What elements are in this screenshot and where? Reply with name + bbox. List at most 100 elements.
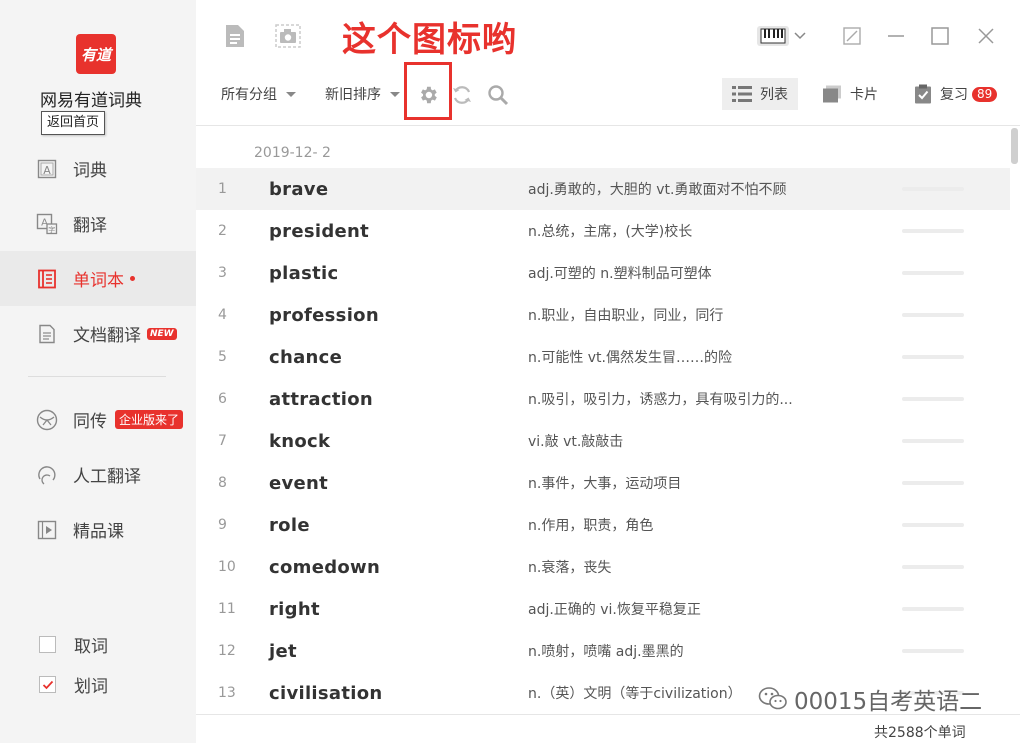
shrink-icon <box>843 27 861 45</box>
row-word: attraction <box>269 388 374 410</box>
row-number: 13 <box>218 685 236 701</box>
sidebar-item-human-translate[interactable]: 人工翻译 <box>0 447 196 502</box>
row-word: right <box>269 598 320 620</box>
table-row[interactable]: 11 right adj.正确的 vi.恢复平稳复正 <box>196 588 1010 630</box>
skin-button[interactable] <box>755 24 791 48</box>
row-definition: n.作用，职责，角色 <box>528 518 654 534</box>
table-row[interactable]: 6 attraction n.吸引，吸引力，诱惑力，具有吸引力的... <box>196 378 1010 420</box>
row-number: 10 <box>218 559 236 575</box>
review-count-badge: 89 <box>972 86 998 102</box>
row-word: event <box>269 472 329 494</box>
row-definition: vi.敲 vt.敲敲击 <box>528 434 624 450</box>
table-row[interactable]: 9 role n.作用，职责，角色 <box>196 504 1010 546</box>
table-row[interactable]: 5 chance n.可能性 vt.偶然发生冒……的险 <box>196 336 1010 378</box>
list-view-button[interactable]: 列表 <box>722 78 798 110</box>
table-row[interactable]: 2 president n.总统，主席，(大学)校长 <box>196 210 1010 252</box>
group-filter-label: 所有分组 <box>221 87 277 103</box>
row-word: profession <box>269 304 379 326</box>
sidebar-item-dictionary[interactable]: A 词典 <box>0 141 196 196</box>
sort-label: 新旧排序 <box>325 87 381 103</box>
review-button[interactable]: 复习 89 <box>904 78 1007 110</box>
sidebar: 有道 网易有道词典 返回首页 A 词典 A字 翻译 单词本 文档翻译 NEW 同… <box>0 0 196 743</box>
row-definition: n.喷射，喷嘴 adj.墨黑的 <box>528 644 684 660</box>
group-filter-dropdown[interactable]: 所有分组 <box>221 84 296 104</box>
skin-dropdown[interactable] <box>792 24 808 48</box>
scrollbar-thumb[interactable] <box>1011 128 1018 164</box>
simultaneous-icon <box>36 409 58 431</box>
sidebar-item-label: 同传 <box>73 412 107 432</box>
row-definition: n.吸引，吸引力，诱惑力，具有吸引力的... <box>528 392 793 408</box>
sidebar-item-label: 文档翻译 <box>73 326 141 346</box>
sidebar-item-doc-translate[interactable]: 文档翻译 NEW <box>0 306 196 361</box>
search-icon <box>488 85 509 106</box>
list-view-label: 列表 <box>760 87 788 103</box>
row-word: plastic <box>269 262 339 284</box>
row-definition: n.可能性 vt.偶然发生冒……的险 <box>528 350 732 366</box>
clipboard-check-icon <box>915 84 931 104</box>
maximize-button[interactable] <box>928 24 952 48</box>
row-word: civilisation <box>269 682 383 704</box>
row-definition: adj.正确的 vi.恢复平稳复正 <box>528 602 701 618</box>
memory-progress-bar <box>902 481 964 485</box>
row-word: role <box>269 514 310 536</box>
table-row[interactable]: 8 event n.事件，大事，运动项目 <box>196 462 1010 504</box>
select-word-checkbox[interactable] <box>39 676 56 693</box>
row-number: 3 <box>218 265 227 281</box>
row-definition: n.职业，自由职业，同业，同行 <box>528 308 724 324</box>
caret-down-icon <box>286 91 296 97</box>
sidebar-item-label: 单词本 <box>73 271 124 291</box>
search-button[interactable] <box>485 82 511 108</box>
memory-progress-bar <box>902 313 964 317</box>
sidebar-item-course[interactable]: 精品课 <box>0 502 196 557</box>
row-number: 6 <box>218 391 227 407</box>
sidebar-item-label: 翻译 <box>73 216 107 236</box>
row-number: 11 <box>218 601 236 617</box>
row-definition: n.事件，大事，运动项目 <box>528 476 682 492</box>
row-number: 12 <box>218 643 236 659</box>
chevron-down-icon <box>794 32 806 40</box>
sidebar-item-translate[interactable]: A字 翻译 <box>0 196 196 251</box>
capture-word-checkbox[interactable] <box>39 636 56 653</box>
annotation-text: 这个图标哟 <box>342 20 517 60</box>
table-row[interactable]: 3 plastic adj.可塑的 n.塑料制品可塑体 <box>196 252 1010 294</box>
wordbook-icon <box>36 268 58 290</box>
sort-dropdown[interactable]: 新旧排序 <box>325 84 400 104</box>
table-row[interactable]: 12 jet n.喷射，喷嘴 adj.墨黑的 <box>196 630 1010 672</box>
table-row[interactable]: 1 brave adj.勇敢的，大胆的 vt.勇敢面对不怕不顾 <box>196 168 1010 210</box>
memory-progress-bar <box>902 187 964 191</box>
notes-button[interactable] <box>221 22 249 50</box>
mini-mode-button[interactable] <box>840 24 864 48</box>
sidebar-item-label: 词典 <box>73 161 107 181</box>
note-icon <box>226 25 244 47</box>
watermark-text: 00015自考英语二 <box>794 689 983 715</box>
table-row[interactable]: 7 knock vi.敲 vt.敲敲击 <box>196 420 1010 462</box>
row-definition: n.衰落，丧失 <box>528 560 612 576</box>
new-badge: NEW <box>147 327 177 340</box>
human-translate-icon <box>36 464 58 486</box>
row-word: jet <box>269 640 297 662</box>
sidebar-item-simultaneous[interactable]: 同传 企业版来了 <box>0 392 196 447</box>
capture-word-label: 取词 <box>74 637 108 657</box>
course-icon <box>36 519 58 541</box>
select-word-label: 划词 <box>74 677 108 697</box>
row-word: chance <box>269 346 343 368</box>
card-view-button[interactable]: 卡片 <box>812 78 888 110</box>
table-row[interactable]: 4 profession n.职业，自由职业，同业，同行 <box>196 294 1010 336</box>
sync-icon <box>453 86 471 104</box>
sidebar-item-wordbook[interactable]: 单词本 <box>0 251 196 306</box>
memory-progress-bar <box>902 355 964 359</box>
piano-skin-icon <box>757 26 789 46</box>
sync-button[interactable] <box>449 82 475 108</box>
select-word-toggle[interactable]: 划词 <box>39 672 108 697</box>
dictionary-icon: A <box>36 158 58 180</box>
capture-word-toggle[interactable]: 取词 <box>39 632 108 657</box>
row-definition: adj.勇敢的，大胆的 vt.勇敢面对不怕不顾 <box>528 182 787 198</box>
close-button[interactable] <box>974 24 998 48</box>
document-icon <box>36 323 58 345</box>
minimize-button[interactable] <box>884 24 908 48</box>
checkmark-icon <box>42 680 53 689</box>
table-row[interactable]: 10 comedown n.衰落，丧失 <box>196 546 1010 588</box>
app-logo[interactable]: 有道 <box>76 34 116 74</box>
screenshot-button[interactable] <box>274 22 302 50</box>
watermark: 00015自考英语二 <box>758 682 982 716</box>
